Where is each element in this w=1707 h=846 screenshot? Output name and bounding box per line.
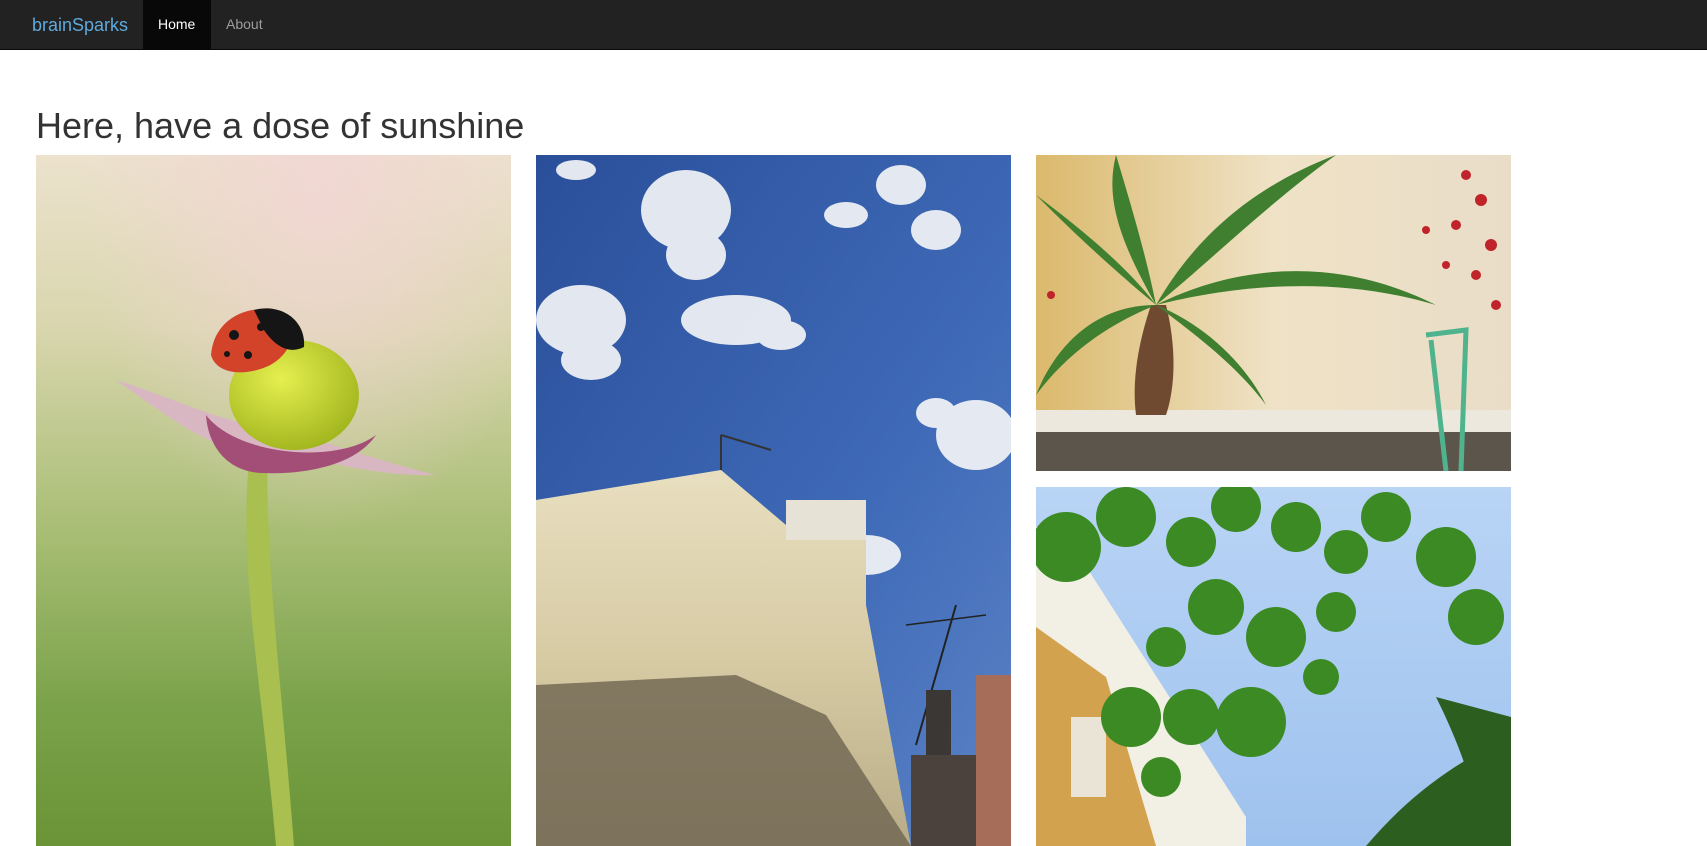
photo-palm-terrace [1036,155,1511,471]
page-heading: Here, have a dose of sunshine [36,105,525,146]
photo-ladybug-flower [36,155,511,846]
nav-about-link[interactable]: About [211,0,279,50]
photo-leaves-sky [1036,487,1511,846]
top-navbar: brainSparks Home About [0,0,1707,50]
brand-link[interactable]: brainSparks [32,0,128,50]
nav-home-link[interactable]: Home [143,0,211,50]
photo-building-sky [536,155,1011,846]
